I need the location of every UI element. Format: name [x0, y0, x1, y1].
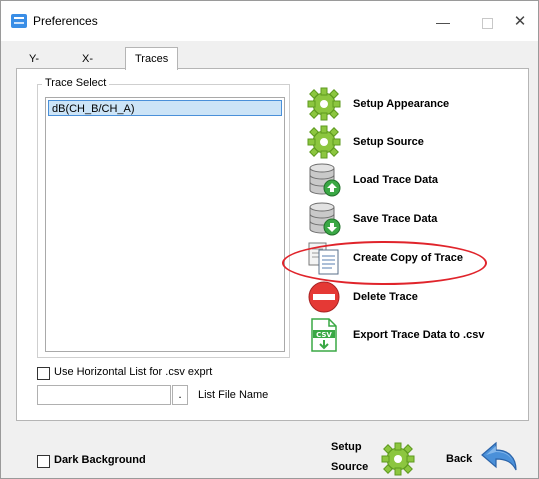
delete-trace-button[interactable]: Delete Trace — [305, 279, 525, 315]
setup-source-label: Setup Source — [353, 136, 424, 148]
delete-trace-label: Delete Trace — [353, 291, 418, 303]
back-button[interactable]: Back — [446, 437, 526, 477]
export-trace-data-csv-label: Export Trace Data to .csv — [353, 329, 485, 341]
trace-list[interactable]: dB(CH_B/CH_A) — [45, 97, 285, 352]
svg-text:CSV: CSV — [316, 331, 332, 339]
window-title: Preferences — [33, 14, 98, 28]
gear-icon — [307, 87, 341, 121]
browse-file-button[interactable]: . — [172, 385, 188, 405]
back-arrow-icon — [481, 441, 517, 471]
preferences-window: Preferences — ✕ Y-Axis X-Axis Traces Tra… — [0, 0, 539, 479]
horizontal-list-checkbox[interactable] — [37, 367, 50, 380]
tab-x-axis[interactable]: X-Axis — [76, 50, 109, 83]
dark-background-checkbox[interactable] — [37, 455, 50, 468]
setup-source-button[interactable]: Setup Source — [305, 124, 525, 160]
setup-appearance-button[interactable]: Setup Appearance — [305, 86, 525, 122]
gear-icon — [307, 125, 341, 159]
setup-appearance-label: Setup Appearance — [353, 98, 450, 110]
tab-y-axis[interactable]: Y-Axis — [23, 50, 56, 83]
app-icon — [11, 14, 27, 28]
delete-icon — [308, 281, 340, 313]
back-label: Back — [446, 453, 473, 465]
export-trace-data-csv-button[interactable]: CSV Export Trace Data to .csv — [305, 317, 525, 353]
save-trace-data-button[interactable]: Save Trace Data — [305, 201, 525, 237]
save-trace-data-label: Save Trace Data — [353, 213, 438, 225]
database-save-icon — [309, 202, 341, 236]
load-trace-data-button[interactable]: Load Trace Data — [305, 162, 525, 198]
close-button[interactable]: ✕ — [500, 9, 539, 35]
dark-background-label: Dark Background — [54, 454, 146, 466]
horizontal-list-label: Use Horizontal List for .csv exprt — [54, 366, 213, 378]
footer-source-label: Source — [331, 461, 369, 473]
csv-export-icon: CSV — [311, 318, 337, 352]
tab-traces[interactable]: Traces — [125, 47, 179, 70]
trace-list-item[interactable]: dB(CH_B/CH_A) — [48, 100, 282, 116]
footer-setup-label: Setup — [331, 441, 362, 453]
highlight-annotation — [282, 241, 487, 285]
minimize-button[interactable]: — — [423, 9, 463, 35]
gear-icon — [381, 442, 415, 476]
maximize-icon — [481, 17, 493, 29]
title-bar: Preferences — ✕ — [1, 1, 538, 41]
database-load-icon — [309, 163, 341, 197]
list-file-name-input[interactable] — [37, 385, 171, 405]
list-file-name-label: List File Name — [198, 389, 269, 401]
footer-setup-source-button[interactable]: Setup Source — [331, 441, 421, 477]
load-trace-data-label: Load Trace Data — [353, 174, 438, 186]
trace-select-label: Trace Select — [42, 77, 110, 89]
